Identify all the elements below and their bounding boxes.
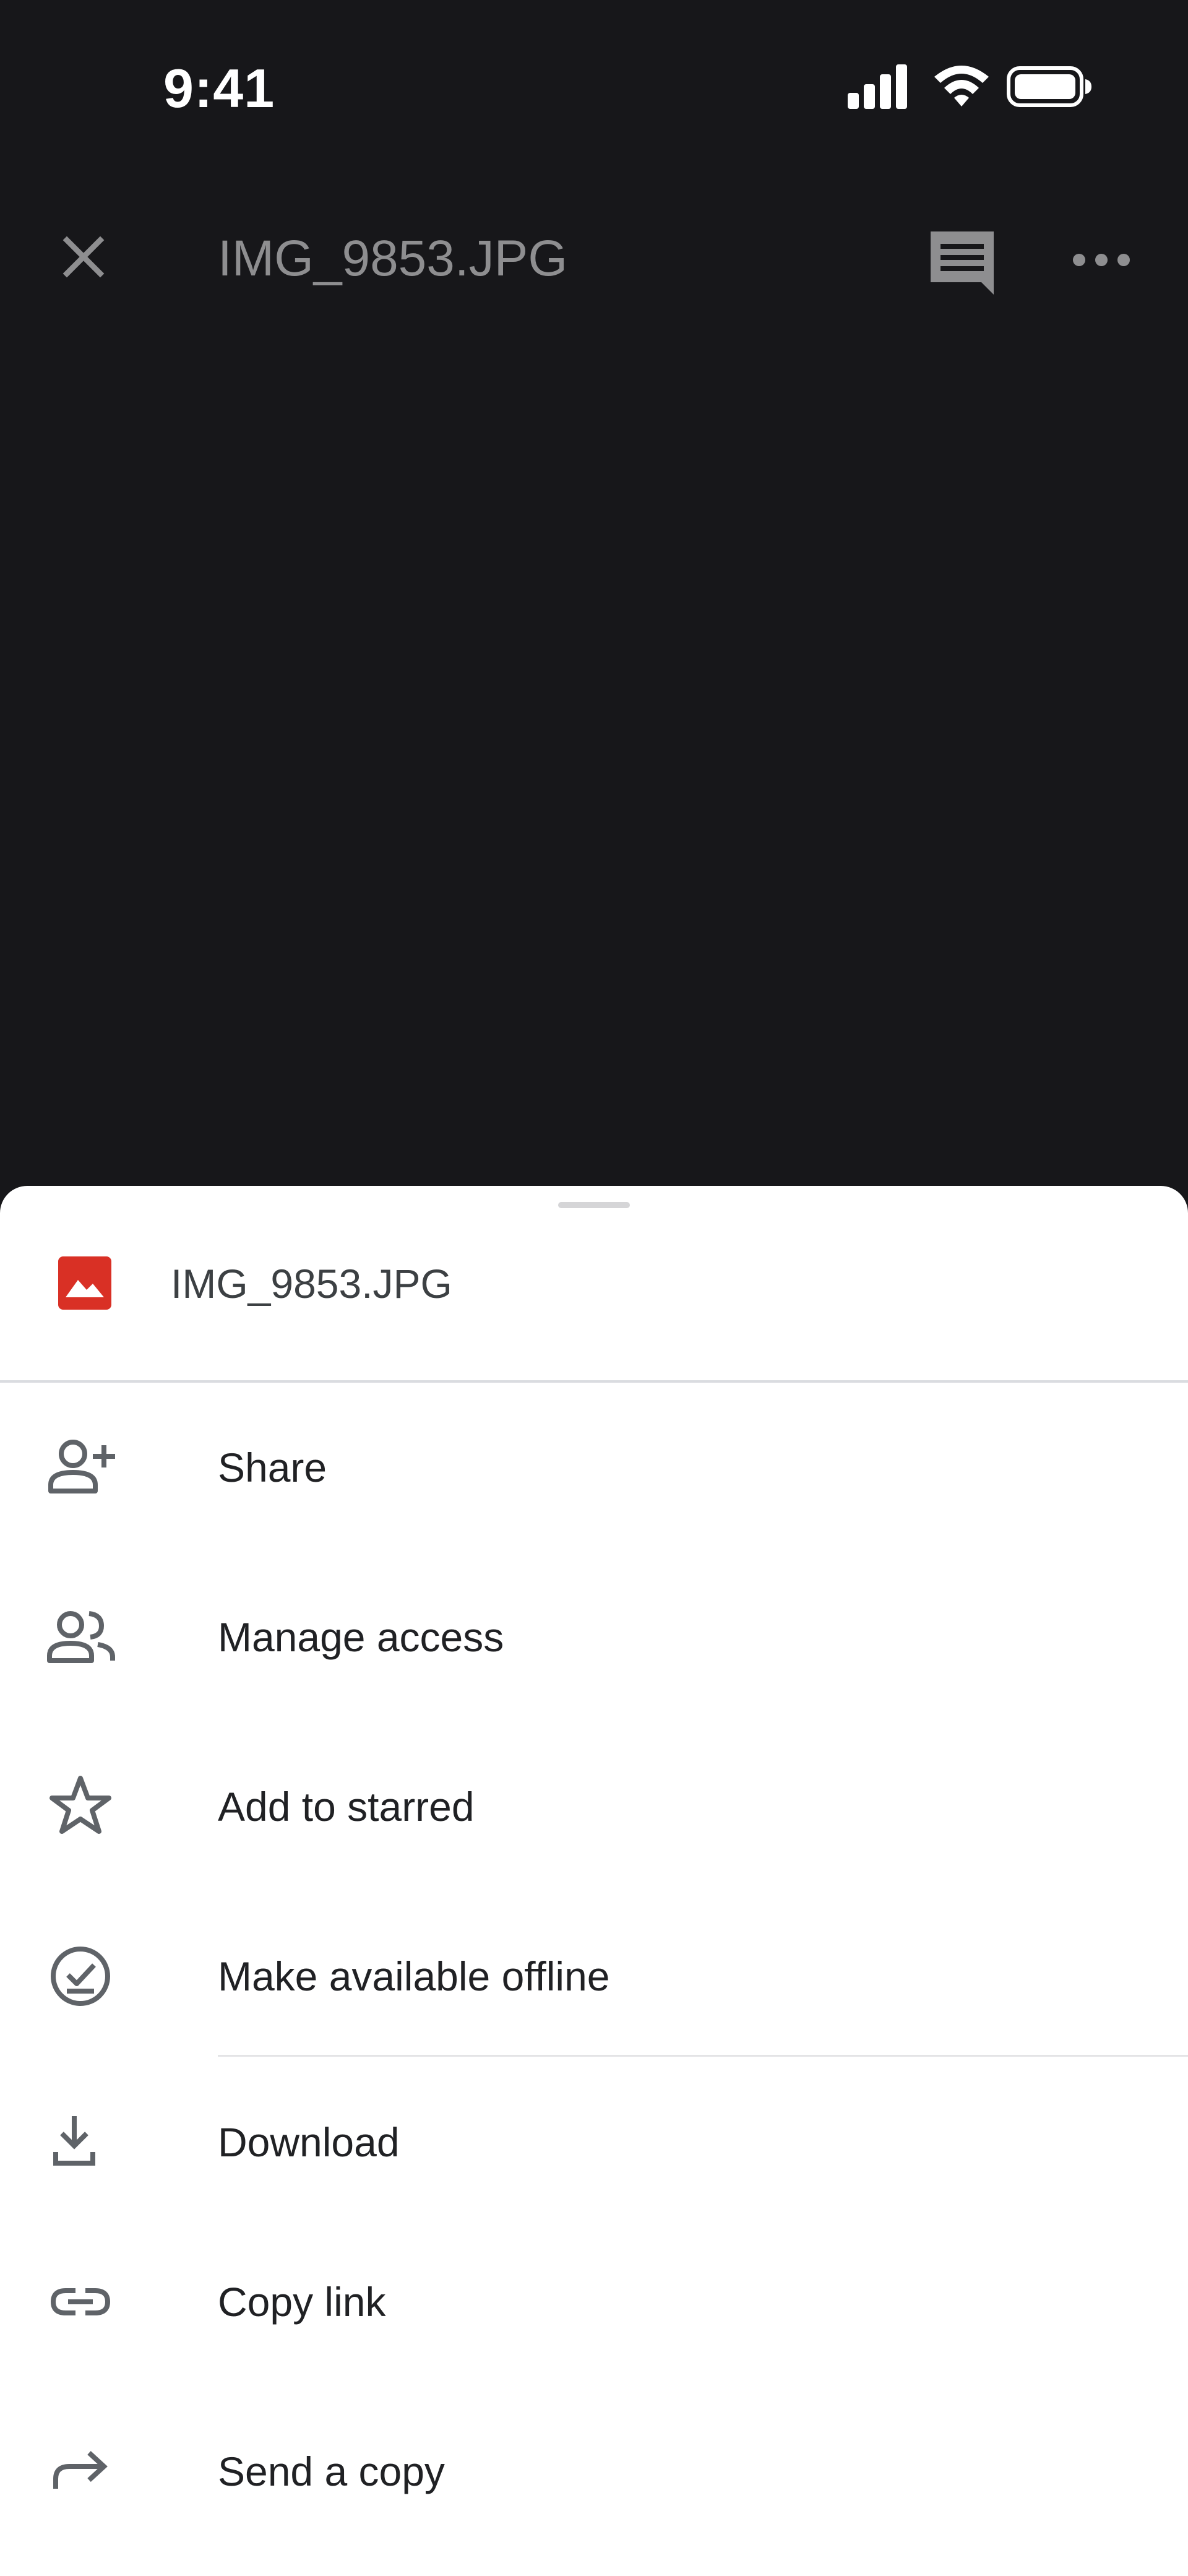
status-time: 9:41 (163, 58, 275, 119)
menu-item-add-to-starred[interactable]: Add to starred (0, 1722, 1188, 1891)
menu-item-label: Share (218, 1445, 327, 1490)
offline-check-icon (51, 1947, 110, 2006)
people-icon (47, 1611, 115, 1663)
file-title: IMG_9853.JPG (218, 230, 568, 287)
battery-icon (1007, 66, 1091, 107)
person-add-icon (48, 1440, 115, 1493)
comments-button[interactable] (922, 223, 1002, 297)
download-icon (53, 2116, 95, 2166)
menu-item-label: Download (218, 2119, 400, 2165)
menu-item-share[interactable]: Share (0, 1383, 1188, 1552)
link-icon (50, 2288, 111, 2315)
image-file-icon (58, 1256, 111, 1310)
sheet-file-header: IMG_9853.JPG (0, 1186, 1188, 1380)
menu-item-label: Make available offline (218, 1953, 610, 1999)
viewer-header: IMG_9853.JPG (0, 173, 1188, 353)
star-outline-icon (50, 1776, 111, 1834)
menu-item-label: Add to starred (218, 1784, 475, 1830)
more-options-button[interactable] (1064, 223, 1138, 297)
close-icon (62, 236, 105, 278)
wifi-icon (934, 66, 989, 106)
menu-item-label: Send a copy (218, 2448, 445, 2494)
sheet-file-name: IMG_9853.JPG (171, 1261, 452, 1307)
menu-item-copy-link[interactable]: Copy link (0, 2217, 1188, 2387)
close-button[interactable] (50, 223, 118, 291)
comment-icon (931, 231, 994, 295)
divider (218, 2055, 1188, 2057)
menu-item-manage-access[interactable]: Manage access (0, 1552, 1188, 1722)
cellular-signal-icon (848, 64, 907, 109)
menu-item-label: Manage access (218, 1614, 504, 1660)
menu-item-send-a-copy[interactable]: Send a copy (0, 2387, 1188, 2556)
menu-item-download[interactable]: Download (0, 2057, 1188, 2227)
menu-item-label: Copy link (218, 2279, 386, 2325)
more-horizontal-icon (1073, 254, 1130, 266)
status-bar: 9:41 (0, 0, 1188, 173)
image-preview-area[interactable] (0, 353, 1188, 1186)
actions-bottom-sheet: IMG_9853.JPG Share Manage access Add to … (0, 1186, 1188, 2576)
share-arrow-icon (53, 2451, 108, 2489)
menu-item-make-available-offline[interactable]: Make available offline (0, 1891, 1188, 2061)
